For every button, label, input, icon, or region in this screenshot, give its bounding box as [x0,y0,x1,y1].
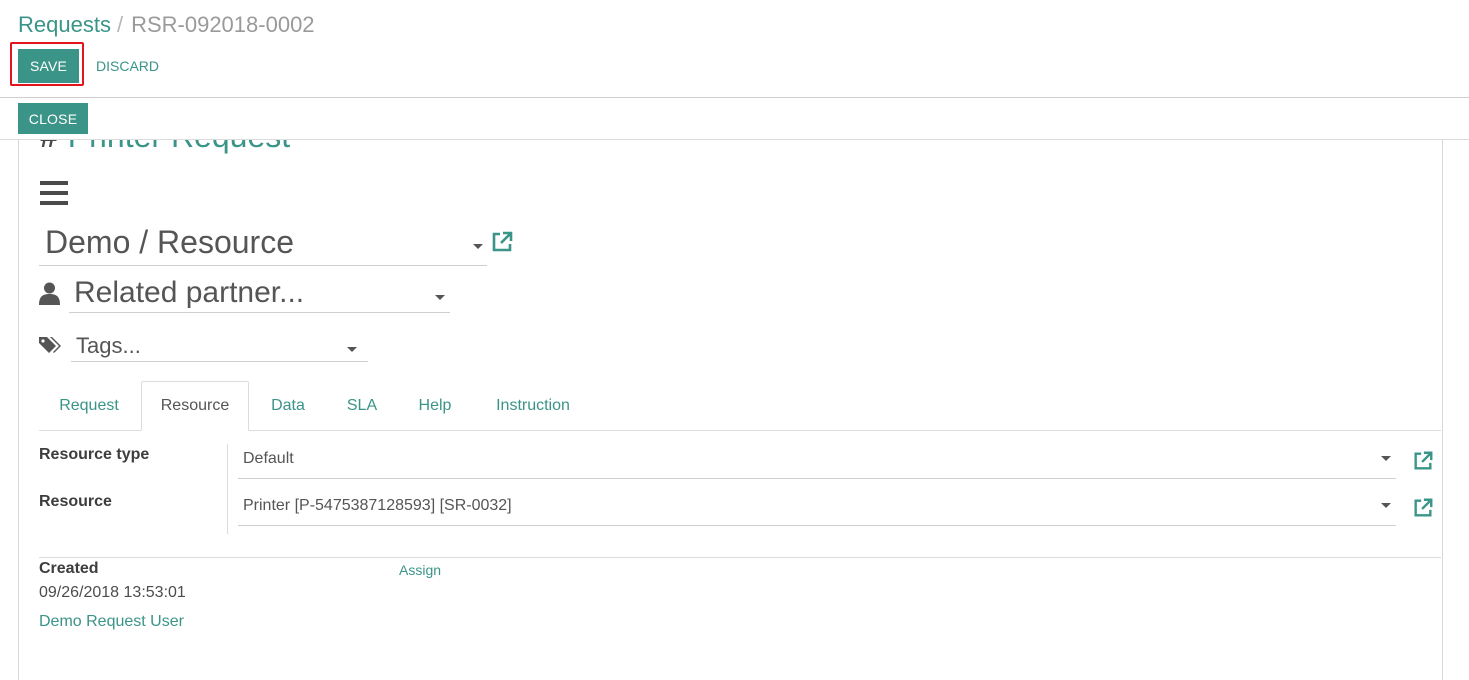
menu-icon[interactable] [40,181,68,205]
save-button[interactable]: SAVE [18,49,79,83]
user-icon [39,282,60,305]
tags-icon [39,337,61,353]
tab-request[interactable]: Request [39,381,139,430]
close-button[interactable]: CLOSE [18,103,88,134]
caret-down-icon[interactable] [1381,456,1391,461]
tab-instruction[interactable]: Instruction [475,381,591,430]
tab-resource[interactable]: Resource [141,381,249,431]
external-link-icon[interactable] [1411,497,1435,519]
breadcrumb: Requests / RSR-092018-0002 [18,12,315,38]
external-link-icon[interactable] [1411,450,1435,472]
resource-value: Printer [P-5475387128593] [SR-0032] [243,497,512,514]
caret-down-icon[interactable] [1381,503,1391,508]
related-partner-placeholder: Related partner... [74,276,305,309]
resource-type-select[interactable]: Default [238,442,1396,479]
discard-button[interactable]: DISCARD [96,58,159,74]
tab-sla[interactable]: SLA [329,381,395,430]
control-panel: Requests / RSR-092018-0002 SAVE DISCARD [0,0,1469,98]
created-by-user-link[interactable]: Demo Request User [39,613,184,631]
external-link-icon[interactable] [490,230,514,254]
caret-down-icon[interactable] [435,295,445,300]
breadcrumb-requests-link[interactable]: Requests [18,12,111,37]
footer-divider [39,557,1441,558]
tags-placeholder: Tags... [76,333,141,358]
form-statusbar: CLOSE [0,98,1469,140]
breadcrumb-current: RSR-092018-0002 [131,12,315,37]
caret-down-icon[interactable] [347,347,357,352]
request-type-value: Demo / Resource [45,224,294,260]
related-partner-field[interactable]: Related partner... [69,275,450,313]
assign-link[interactable]: Assign [399,562,441,578]
resource-type-value: Default [243,450,294,467]
resource-select[interactable]: Printer [P-5475387128593] [SR-0032] [238,489,1396,526]
breadcrumb-separator: / [116,12,124,37]
resource-label: Resource [39,493,112,510]
caret-down-icon[interactable] [473,244,483,249]
created-value: 09/26/2018 13:53:01 [39,584,186,601]
request-type-field[interactable]: Demo / Resource [39,222,487,266]
tags-field[interactable]: Tags... [71,332,368,362]
resource-type-label: Resource type [39,446,150,463]
label-separator [227,444,228,534]
notebook-tabs: Request Resource Data SLA Help Instructi… [39,381,1441,431]
created-label: Created [39,560,99,577]
tab-help[interactable]: Help [401,381,469,430]
tab-data[interactable]: Data [253,381,323,430]
